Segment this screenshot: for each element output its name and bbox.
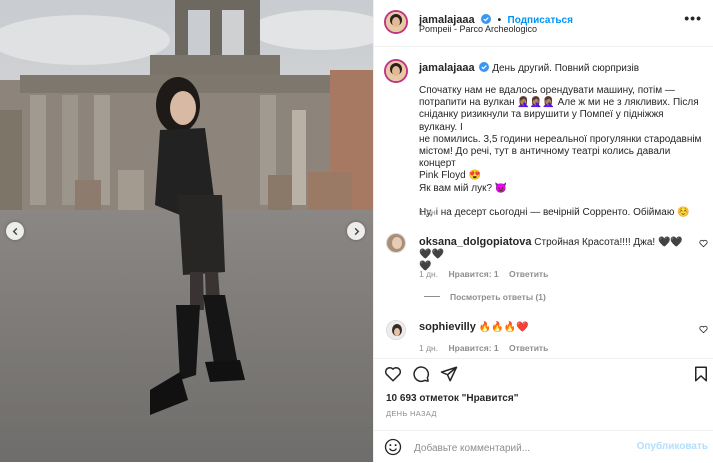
comment-meta: 1 дн. Нравится: 1 Ответить <box>419 269 548 279</box>
comment-input[interactable] <box>412 439 636 457</box>
caption-line: потрапити на вулкан 🤦🏽‍♀️🤦🏽‍♀️🤦🏽‍♀️ Але … <box>419 97 699 109</box>
comment-icon[interactable] <box>412 365 430 383</box>
comment-likes[interactable]: Нравится: 1 <box>448 269 498 279</box>
post-location[interactable]: Pompeii - Parco Archeologico <box>419 24 537 34</box>
commenter-avatar[interactable] <box>386 320 406 340</box>
emoji-icon[interactable] <box>384 438 402 456</box>
comment-text: sophievilly 🔥🔥🔥❤️ <box>419 321 703 334</box>
verified-badge-icon <box>481 14 492 24</box>
previous-photo-button[interactable] <box>6 222 24 240</box>
caption-line: Спочатку нам не вдалось орендувати машин… <box>419 85 675 96</box>
comment-body: 🔥🔥🔥❤️ <box>478 322 529 333</box>
next-photo-button[interactable] <box>347 222 365 240</box>
like-comment-heart-icon[interactable] <box>699 239 708 248</box>
replies-divider <box>424 296 440 297</box>
avatar-image <box>386 12 406 32</box>
view-replies-button[interactable]: Посмотреть ответы (1) <box>450 292 546 302</box>
likes-count[interactable]: 10 693 отметок "Нравится" <box>386 393 518 404</box>
more-options-button[interactable]: ••• <box>684 10 702 26</box>
commenter-avatar[interactable] <box>386 233 406 253</box>
caption-line: не помились. 3,5 години нереальної прогу… <box>419 133 702 145</box>
comment-username[interactable]: sophievilly <box>419 321 476 333</box>
reply-button[interactable]: Ответить <box>509 343 548 353</box>
post-header: jamalajaaa • Подписаться Pompeii - Parco… <box>374 0 713 47</box>
share-icon[interactable] <box>440 365 458 383</box>
avatar-image <box>387 321 405 339</box>
caption-username[interactable]: jamalajaaa <box>419 62 475 74</box>
caption-time[interactable]: 1 дн. <box>419 207 438 217</box>
comment-time[interactable]: 1 дн. <box>419 269 438 279</box>
heart-icon[interactable] <box>384 365 402 383</box>
post-time[interactable]: ДЕНЬ НАЗАД <box>386 409 437 418</box>
comment-likes[interactable]: Нравится: 1 <box>448 343 498 353</box>
comment-text: oksana_dolgopiatova Стройная Красота!!!!… <box>419 236 689 274</box>
chevron-right-icon <box>354 227 359 235</box>
reply-button[interactable]: Ответить <box>509 269 548 279</box>
avatar-image <box>386 61 406 81</box>
caption-line: містом! До речі, тут в античному театрі … <box>419 146 671 170</box>
author-avatar[interactable] <box>384 10 408 34</box>
post-sidebar: jamalajaaa • Подписаться Pompeii - Parco… <box>373 0 713 462</box>
action-bar <box>374 358 713 389</box>
avatar-image <box>387 234 405 252</box>
post-photo[interactable] <box>0 0 373 462</box>
pompeii-photo <box>0 0 373 462</box>
add-comment-bar: Опубликовать <box>374 430 713 463</box>
caption-line: Як вам мій лук? 😈 <box>419 182 508 194</box>
caption-headline: День другий. Повний сюрпризів <box>492 63 640 74</box>
comment-meta: 1 дн. Нравится: 1 Ответить <box>419 343 548 353</box>
publish-button[interactable]: Опубликовать <box>637 441 708 452</box>
instagram-post: jamalajaaa • Подписаться Pompeii - Parco… <box>0 0 713 462</box>
chevron-left-icon <box>12 227 17 235</box>
comment-username[interactable]: oksana_dolgopiatova <box>419 236 531 248</box>
caption-avatar[interactable] <box>384 59 408 83</box>
verified-badge-icon <box>479 62 490 72</box>
like-comment-heart-icon[interactable] <box>699 325 708 334</box>
comments-section: jamalajaaa День другий. Повний сюрпризів… <box>374 47 713 356</box>
caption-headline-row: jamalajaaa День другий. Повний сюрпризів <box>419 62 703 75</box>
bookmark-icon[interactable] <box>692 365 710 383</box>
comment-time[interactable]: 1 дн. <box>419 343 438 353</box>
caption-closing: Ну, і на десерт сьогодні — вечірній Сорр… <box>419 206 690 218</box>
caption-line: Pink Floyd 😍 <box>419 170 481 182</box>
caption-line: сніданку ризикнули та вирушити у Помпеї … <box>419 109 664 133</box>
caption-body: Спочатку нам не вдалось орендувати машин… <box>419 85 703 219</box>
